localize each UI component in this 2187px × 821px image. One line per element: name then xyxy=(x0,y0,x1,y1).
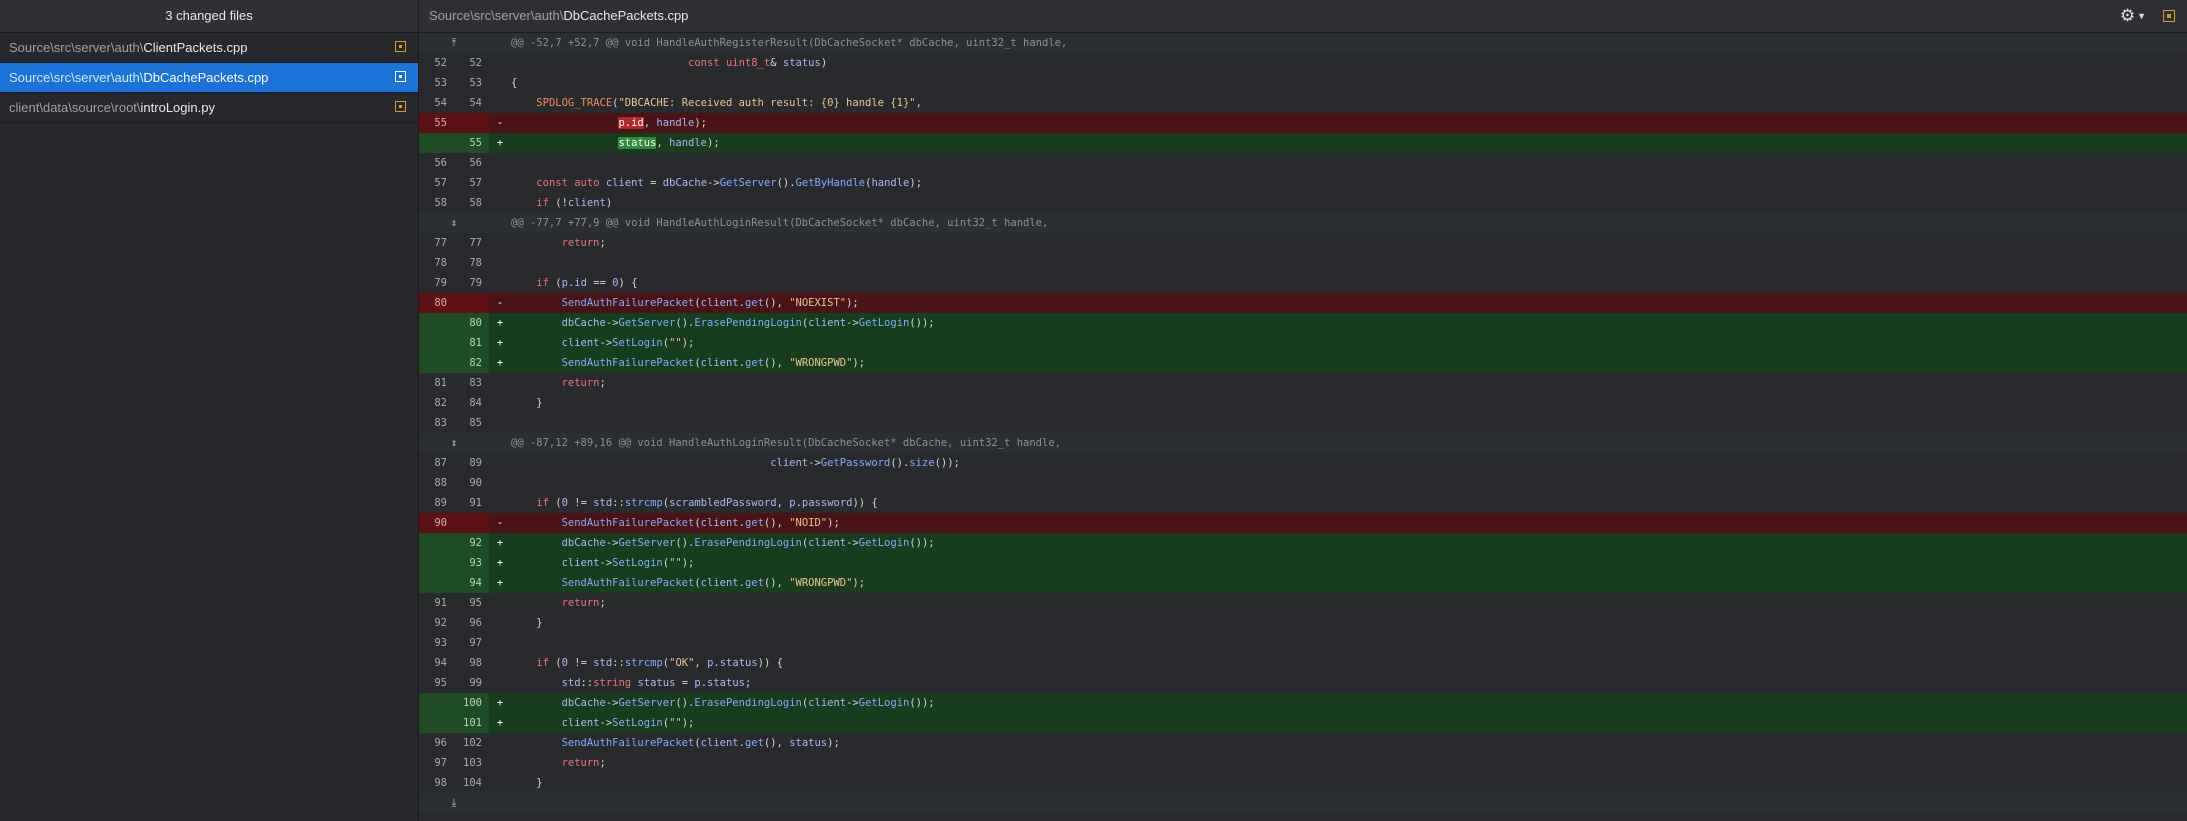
diff-line: 54 54 SPDLOG_TRACE("DBCACHE: Received aut… xyxy=(419,93,2187,113)
diff-line: 93 97 xyxy=(419,633,2187,653)
diff-file-header: Source\src\server\auth\DbCachePackets.cp… xyxy=(419,0,2187,33)
hunk-header: ⇕ @@ -77,7 +77,9 @@ void HandleAuthLogin… xyxy=(419,213,2187,233)
hunk-header: ⤒ @@ -52,7 +52,7 @@ void HandleAuthRegis… xyxy=(419,33,2187,53)
expand-up-icon[interactable]: ⤒ xyxy=(419,33,489,53)
diff-line: 88 90 xyxy=(419,473,2187,493)
diff-line-added: 101 + client->SetLogin(""); xyxy=(419,713,2187,733)
diff-panel: Source\src\server\auth\DbCachePackets.cp… xyxy=(419,0,2187,821)
file-path: Source\src\server\auth\ xyxy=(9,40,144,55)
file-item-dbcachepackets[interactable]: Source\src\server\auth\DbCachePackets.cp… xyxy=(0,63,418,93)
diff-line: 78 78 xyxy=(419,253,2187,273)
diff-view: ⤒ @@ -52,7 +52,7 @@ void HandleAuthRegis… xyxy=(419,33,2187,813)
changed-files-header: 3 changed files xyxy=(0,0,418,33)
diff-line: 94 98 if (0 != std::strcmp("OK", p.status… xyxy=(419,653,2187,673)
diff-line-added: 81 + client->SetLogin(""); xyxy=(419,333,2187,353)
diff-line: 95 99 std::string status = p.status; xyxy=(419,673,2187,693)
file-item-intrologin[interactable]: client\data\source\root\introLogin.py xyxy=(0,93,418,123)
file-name: ClientPackets.cpp xyxy=(143,40,248,55)
diff-line: 91 95 return; xyxy=(419,593,2187,613)
diff-line: 77 77 return; xyxy=(419,233,2187,253)
gear-icon: ⚙ xyxy=(2119,6,2136,25)
diff-file-name: DbCachePackets.cpp xyxy=(563,8,689,23)
file-item-clientpackets[interactable]: Source\src\server\auth\ClientPackets.cpp xyxy=(0,33,418,63)
diff-line: 56 56 xyxy=(419,153,2187,173)
diff-line: 97 103 return; xyxy=(419,753,2187,773)
hunk-header-text: @@ -87,12 +89,16 @@ void HandleAuthLogin… xyxy=(511,437,1061,449)
diff-line: 57 57 const auto client = dbCache->GetSer… xyxy=(419,173,2187,193)
view-toggle-icon[interactable] xyxy=(2163,10,2175,22)
hunk-header-text: @@ -77,7 +77,9 @@ void HandleAuthLoginRe… xyxy=(511,217,1049,229)
file-path: client\data\source\root\ xyxy=(9,100,141,115)
diff-line-deleted: 55- p.id, handle); xyxy=(419,113,2187,133)
diff-line: 81 83 return; xyxy=(419,373,2187,393)
expand-footer: ⤓ xyxy=(419,793,2187,813)
expand-icon[interactable]: ⇕ xyxy=(419,213,489,233)
diff-line: 53 53{ xyxy=(419,73,2187,93)
diff-line: 83 85 xyxy=(419,413,2187,433)
diff-line: 87 89 client->GetPassword().size()); xyxy=(419,453,2187,473)
chevron-down-icon: ▼ xyxy=(2137,11,2147,21)
hunk-header-text: @@ -52,7 +52,7 @@ void HandleAuthRegiste… xyxy=(511,37,1068,49)
diff-line: 89 91 if (0 != std::strcmp(scrambledPassw… xyxy=(419,493,2187,513)
modified-badge-icon xyxy=(395,101,406,112)
changed-files-sidebar: 3 changed files Source\src\server\auth\C… xyxy=(0,0,419,821)
diff-line: 79 79 if (p.id == 0) { xyxy=(419,273,2187,293)
diff-line-added: 92 + dbCache->GetServer().ErasePendingLog… xyxy=(419,533,2187,553)
diff-line: 82 84 } xyxy=(419,393,2187,413)
diff-line: 92 96 } xyxy=(419,613,2187,633)
file-path: Source\src\server\auth\ xyxy=(9,70,144,85)
diff-line-added: 55 + status, handle); xyxy=(419,133,2187,153)
modified-badge-icon xyxy=(395,41,406,52)
diff-line-added: 80 + dbCache->GetServer().ErasePendingLog… xyxy=(419,313,2187,333)
diff-line: 52 52 const uint8_t& status) xyxy=(419,53,2187,73)
modified-badge-icon xyxy=(395,71,406,82)
diff-line-deleted: 90- SendAuthFailurePacket(client.get(), … xyxy=(419,513,2187,533)
diff-line-added: 82 + SendAuthFailurePacket(client.get(), … xyxy=(419,353,2187,373)
diff-line: 98 104 } xyxy=(419,773,2187,793)
settings-button[interactable]: ⚙ ▼ xyxy=(2119,6,2147,26)
expand-icon[interactable]: ⇕ xyxy=(419,433,489,453)
expand-down-icon[interactable]: ⤓ xyxy=(419,793,489,813)
hunk-header: ⇕ @@ -87,12 +89,16 @@ void HandleAuthLog… xyxy=(419,433,2187,453)
diff-line: 58 58 if (!client) xyxy=(419,193,2187,213)
file-name: DbCachePackets.cpp xyxy=(143,70,269,85)
file-name: introLogin.py xyxy=(140,100,215,115)
diff-line: 96 102 SendAuthFailurePacket(client.get()… xyxy=(419,733,2187,753)
diff-line-added: 93 + client->SetLogin(""); xyxy=(419,553,2187,573)
diff-file-path: Source\src\server\auth\ xyxy=(429,8,564,23)
diff-line-deleted: 80- SendAuthFailurePacket(client.get(), … xyxy=(419,293,2187,313)
diff-line-added: 100 + dbCache->GetServer().ErasePendingLo… xyxy=(419,693,2187,713)
diff-line-added: 94 + SendAuthFailurePacket(client.get(), … xyxy=(419,573,2187,593)
